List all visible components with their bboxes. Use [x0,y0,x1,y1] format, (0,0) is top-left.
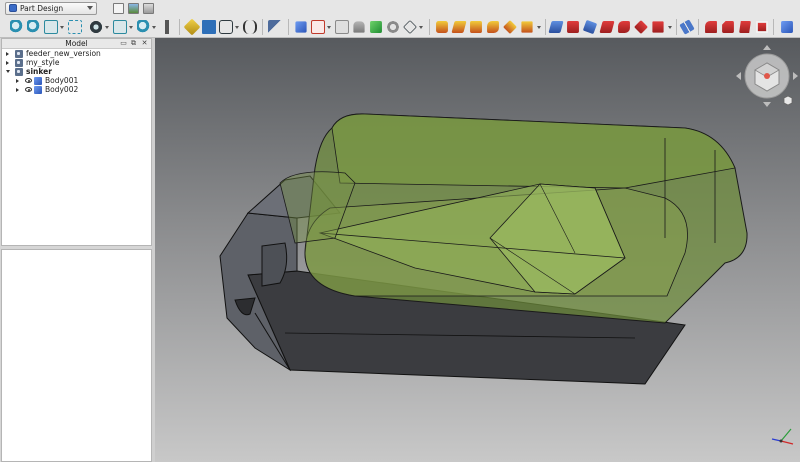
workbench-toolbar [0,16,800,38]
subtractive-primitive-icon[interactable] [634,20,648,34]
pocket-icon[interactable] [548,21,564,33]
tree-item-label: my_style [26,58,60,67]
separator [545,19,546,35]
3d-viewport[interactable] [155,38,800,462]
draw-style-icon[interactable] [89,20,103,34]
tree-item[interactable]: feeder_new_version [6,49,101,58]
document-icon [15,58,23,67]
tree-item[interactable]: Body001 [16,76,78,85]
tree-item[interactable]: sinker [6,67,52,76]
top-toolbar-row: Part Design [0,0,800,16]
fit-all-icon[interactable] [10,20,24,34]
chevron-down-icon [87,6,93,10]
pipe-icon[interactable] [487,21,499,33]
fit-selection-icon[interactable] [27,20,41,34]
chamfer-icon[interactable] [722,21,734,33]
chevron-down-icon[interactable] [129,26,133,29]
chevron-down-icon[interactable] [419,26,423,29]
document-icon [15,49,23,58]
model-panel: Model ▭ ⧉ ✕ feeder_new_version my_style … [1,38,152,246]
separator [676,19,677,35]
panel-header: Model ▭ ⧉ ✕ [2,39,151,49]
restore-icon[interactable]: ▭ [120,40,127,47]
subtractive-pipe-icon[interactable] [618,21,630,33]
separator [262,19,263,35]
group-icon[interactable] [202,20,216,34]
tree-item-label: Body001 [45,76,79,85]
new-file-icon[interactable] [113,2,124,14]
workbench-selector[interactable]: Part Design [5,1,97,15]
std-views-icon[interactable] [44,20,58,34]
transparent-green-body[interactable] [279,113,748,324]
view-menu-cube-icon[interactable] [783,95,793,106]
subtractive-loft-icon[interactable] [599,21,615,33]
tree-item[interactable]: my_style [6,58,59,67]
part-icon[interactable] [183,18,201,36]
close-icon[interactable]: ✕ [141,40,148,47]
chevron-down-icon[interactable] [235,26,239,29]
eye-icon[interactable] [25,87,32,92]
helix-icon[interactable] [503,20,517,34]
zoom-icon[interactable] [137,20,151,34]
hole-icon[interactable] [567,21,579,33]
separator [429,19,430,35]
separator [288,19,289,35]
eye-icon[interactable] [25,78,32,83]
whats-this-icon[interactable] [268,20,282,34]
link-icon[interactable] [219,20,233,34]
expand-arrow-icon[interactable] [16,78,19,83]
chevron-down-icon[interactable] [537,26,541,29]
chevron-down-icon[interactable] [327,26,331,29]
validate-sketch-icon[interactable] [335,20,349,34]
draft-icon[interactable] [739,21,751,33]
axis-cross [771,428,794,445]
tree-item[interactable]: Body002 [16,85,78,94]
tree-item-label: sinker [26,67,52,76]
separator [773,19,774,35]
view-iso-icon[interactable] [113,20,127,34]
select-box-icon[interactable] [68,20,82,34]
chevron-down-icon[interactable] [105,26,109,29]
workbench-label: Part Design [20,3,64,13]
document-icon [15,67,23,76]
expand-arrow-icon[interactable] [6,51,9,56]
loft-icon[interactable] [470,21,482,33]
additive-primitive-icon[interactable] [521,21,533,33]
chevron-down-icon[interactable] [152,26,156,29]
mirrored-icon[interactable] [679,19,695,35]
workbench-icon [9,4,17,12]
tree-item-label: feeder_new_version [26,49,101,58]
boolean-icon[interactable] [781,21,793,33]
revolution-icon[interactable] [451,21,467,33]
thickness-icon[interactable] [652,21,664,33]
body-icon[interactable] [295,21,307,33]
body-icon [34,85,42,94]
measure-icon[interactable] [160,20,174,34]
shape-binder-icon[interactable] [370,21,382,33]
create-sketch-icon[interactable] [311,20,325,34]
groove-icon[interactable] [582,19,598,35]
pad-icon[interactable] [436,21,448,33]
3d-scene[interactable] [155,38,800,462]
expression-icon[interactable] [243,20,257,34]
float-icon[interactable]: ⧉ [130,40,137,47]
chevron-down-icon[interactable] [668,26,672,29]
save-icon[interactable] [143,2,154,14]
open-file-icon[interactable] [128,2,139,14]
sub-shape-binder-icon[interactable] [403,20,417,34]
expand-arrow-icon[interactable] [16,87,19,92]
clone-icon[interactable] [386,20,400,34]
fillet-icon[interactable] [705,21,717,33]
property-panel [1,249,152,462]
separator [698,19,699,35]
chevron-down-icon[interactable] [60,26,64,29]
datum-icon[interactable] [353,21,365,33]
separator [179,19,180,35]
boolean-icon[interactable] [756,21,768,33]
tree-item-label: Body002 [45,85,79,94]
expand-arrow-icon[interactable] [6,60,9,65]
collapse-arrow-icon[interactable] [6,70,10,73]
body-icon [34,76,42,85]
panel-title: Model [65,39,88,48]
